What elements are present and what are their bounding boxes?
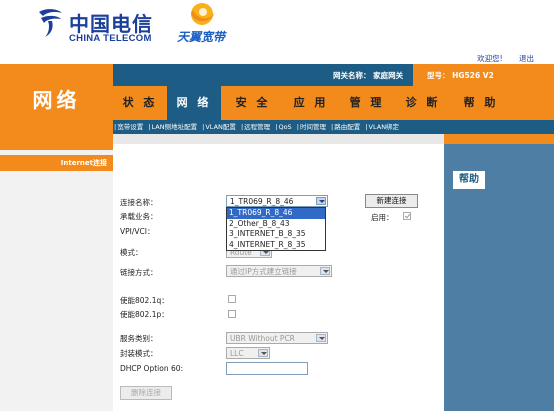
delete-connection-button[interactable]: 删除连接 bbox=[120, 386, 172, 400]
dot1q-label: 使能802.1q： bbox=[120, 296, 169, 305]
sub-nav: |宽带设置 |LAN侧地址配置 |VLAN配置 |远程管理 |QoS |时间管理… bbox=[113, 120, 554, 134]
dial-select[interactable]: 通过IP方式建立链接 bbox=[226, 265, 332, 277]
subnav-remote[interactable]: 远程管理 bbox=[244, 123, 270, 131]
top-links: 欢迎您! 退出 bbox=[463, 53, 534, 64]
chevron-down-icon[interactable] bbox=[320, 267, 330, 275]
subnav-vlan[interactable]: VLAN配置 bbox=[205, 123, 236, 131]
sidebar-item-internet[interactable]: Internet连接 bbox=[0, 155, 113, 171]
content-top-strip bbox=[113, 134, 444, 144]
service-type-label: 服务类别： bbox=[120, 334, 158, 343]
help-panel: 帮助 bbox=[444, 144, 554, 411]
dial-value: 通过IP方式建立链接 bbox=[230, 267, 297, 276]
service-label: 承载业务： bbox=[120, 212, 158, 221]
subnav-time[interactable]: 时间管理 bbox=[300, 123, 326, 131]
model-box: 型号： HG526 V2 bbox=[413, 64, 554, 86]
dot1q-checkbox[interactable] bbox=[228, 295, 236, 303]
tianyi-logo: 天翼宽带 bbox=[177, 2, 237, 44]
section-title: 网络 bbox=[32, 88, 81, 112]
mode-label: 模式： bbox=[120, 248, 143, 257]
new-connection-button[interactable]: 新建连接 bbox=[365, 194, 418, 208]
service-type-value: UBR Without PCR bbox=[230, 334, 295, 343]
service-type-select[interactable]: UBR Without PCR bbox=[226, 332, 328, 344]
gateway-name: 网关名称： 家庭网关 bbox=[333, 71, 404, 80]
sidebar-item-label: Internet连接 bbox=[60, 159, 107, 167]
enable-checkbox[interactable] bbox=[403, 212, 411, 220]
subnav-lan[interactable]: LAN侧地址配置 bbox=[151, 123, 197, 131]
connection-name-select[interactable]: 1_TR069_R_8_46 bbox=[226, 195, 328, 207]
tab-network[interactable]: 网 络 bbox=[167, 86, 221, 120]
connection-name-value: 1_TR069_R_8_46 bbox=[230, 197, 294, 206]
section-banner: 网络 bbox=[0, 64, 113, 150]
dhcp-label: DHCP Option 60: bbox=[120, 364, 184, 373]
dot1p-checkbox[interactable] bbox=[228, 310, 236, 318]
dot1p-label: 使能802.1p： bbox=[120, 310, 169, 319]
subnav-broadband[interactable]: 宽带设置 bbox=[117, 123, 143, 131]
welcome-link[interactable]: 欢迎您! bbox=[477, 54, 503, 63]
dropdown-option[interactable]: 3_INTERNET_B_8_35 bbox=[227, 229, 325, 240]
connection-dropdown-list: 1_TR069_R_8_46 2_Other_B_8_43 3_INTERNET… bbox=[226, 207, 326, 251]
brand-name-en: CHINA TELECOM bbox=[69, 33, 152, 44]
chevron-down-icon[interactable] bbox=[316, 197, 326, 205]
tab-application[interactable]: 应 用 bbox=[283, 86, 339, 120]
model-text: 型号： HG526 V2 bbox=[427, 71, 494, 80]
vpi-vci-label: VPI/VCI： bbox=[120, 227, 155, 236]
connection-name-label: 连接名称： bbox=[120, 198, 158, 207]
dropdown-option[interactable]: 4_INTERNET_R_8_35 bbox=[227, 240, 325, 251]
help-top-strip bbox=[444, 134, 554, 144]
tab-security[interactable]: 安 全 bbox=[223, 86, 283, 120]
header: 中国电信 CHINA TELECOM 天翼宽带 欢迎您! 退出 bbox=[0, 0, 554, 64]
dropdown-option[interactable]: 1_TR069_R_8_46 bbox=[227, 208, 325, 219]
tab-help[interactable]: 帮 助 bbox=[451, 86, 511, 120]
help-title: 帮助 bbox=[453, 171, 485, 189]
telecom-swirl-icon bbox=[39, 9, 62, 37]
subnav-route[interactable]: 路由配置 bbox=[334, 123, 360, 131]
encap-label: 封装模式： bbox=[120, 349, 158, 358]
subnav-qos[interactable]: QoS bbox=[278, 123, 291, 131]
dial-label: 链接方式： bbox=[120, 268, 158, 277]
info-bar: 网关名称： 家庭网关 型号： HG526 V2 bbox=[113, 64, 554, 86]
enable-label: 启用： bbox=[371, 213, 394, 222]
tab-status[interactable]: 状 态 bbox=[113, 86, 167, 120]
main-nav: 状 态 网 络 安 全 应 用 管 理 诊 断 帮 助 bbox=[113, 86, 554, 120]
china-telecom-logo: 中国电信 CHINA TELECOM bbox=[35, 6, 160, 46]
dropdown-option[interactable]: 2_Other_B_8_43 bbox=[227, 219, 325, 230]
left-sidebar bbox=[0, 150, 113, 411]
chevron-down-icon[interactable] bbox=[316, 334, 326, 342]
dhcp-option-input[interactable] bbox=[226, 362, 308, 375]
tab-management[interactable]: 管 理 bbox=[339, 86, 395, 120]
logout-link[interactable]: 退出 bbox=[519, 54, 534, 63]
encap-value: LLC bbox=[230, 349, 244, 358]
chevron-down-icon[interactable] bbox=[258, 349, 268, 357]
tab-diagnosis[interactable]: 诊 断 bbox=[395, 86, 451, 120]
subnav-vlan-bind[interactable]: VLAN绑定 bbox=[369, 123, 400, 131]
tianyi-sun-icon bbox=[191, 3, 215, 25]
tianyi-brand: 天翼宽带 bbox=[177, 30, 226, 44]
encap-select[interactable]: LLC bbox=[226, 347, 270, 359]
